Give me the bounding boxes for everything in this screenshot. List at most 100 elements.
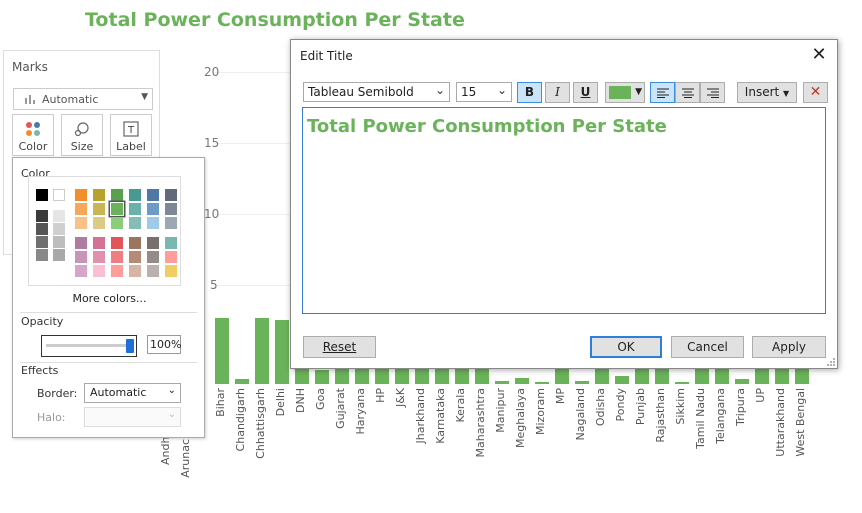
color-swatch[interactable] <box>165 237 177 249</box>
color-swatch[interactable] <box>147 217 159 229</box>
font-family-dropdown[interactable]: Tableau Semibold ⌄ <box>303 82 450 102</box>
size-button[interactable]: Size <box>61 114 103 156</box>
label-button[interactable]: T Label <box>110 114 152 156</box>
color-swatch[interactable] <box>75 251 87 263</box>
color-swatch[interactable] <box>129 217 141 229</box>
color-swatch[interactable] <box>129 189 141 201</box>
cancel-button[interactable]: Cancel <box>671 336 744 358</box>
color-swatch[interactable] <box>147 251 159 263</box>
sheet-title[interactable]: Total Power Consumption Per State <box>85 9 465 31</box>
color-swatch[interactable] <box>93 217 105 229</box>
font-size-dropdown[interactable]: 15 ⌄ <box>456 82 512 102</box>
x-tick-label: Rajasthan <box>654 388 667 443</box>
x-tick-label: Chhattisgarh <box>254 388 267 459</box>
color-swatch[interactable] <box>53 223 65 235</box>
color-swatch[interactable] <box>36 249 48 261</box>
color-swatch[interactable] <box>75 203 87 215</box>
insert-button[interactable]: Insert ▼ <box>737 82 797 103</box>
color-swatch[interactable] <box>53 249 65 261</box>
bar-sikkim[interactable] <box>675 382 689 384</box>
bar-goa[interactable] <box>315 369 329 384</box>
color-swatch[interactable] <box>36 236 48 248</box>
color-swatch[interactable] <box>36 189 48 201</box>
effects-section-heading: Effects <box>21 364 59 377</box>
color-swatch[interactable] <box>165 251 177 263</box>
color-swatch[interactable] <box>147 203 159 215</box>
apply-button[interactable]: Apply <box>752 336 826 358</box>
color-swatch[interactable] <box>93 189 105 201</box>
color-swatch[interactable] <box>147 265 159 277</box>
color-swatch[interactable] <box>53 210 65 222</box>
slider-thumb[interactable] <box>126 339 134 353</box>
bar-bihar[interactable] <box>215 318 229 384</box>
bar-chhattisgarh[interactable] <box>255 318 269 384</box>
title-text[interactable]: Total Power Consumption Per State <box>307 116 667 137</box>
color-swatch[interactable] <box>129 265 141 277</box>
color-swatch[interactable] <box>53 236 65 248</box>
align-left-button[interactable] <box>650 82 675 103</box>
border-dropdown[interactable]: Automatic ⌄ <box>84 383 181 403</box>
color-swatch[interactable] <box>36 210 48 222</box>
opacity-slider[interactable] <box>41 335 137 357</box>
opacity-input[interactable]: 100% <box>147 335 181 354</box>
color-swatch[interactable] <box>129 203 141 215</box>
color-swatch[interactable] <box>36 223 48 235</box>
color-swatch[interactable] <box>93 203 105 215</box>
x-tick-label: Tamil Nadu <box>694 388 707 449</box>
more-colors-button[interactable]: More colors... <box>13 292 206 305</box>
color-swatch[interactable] <box>75 265 87 277</box>
bar-delhi[interactable] <box>275 320 289 384</box>
color-swatch[interactable] <box>165 189 177 201</box>
close-icon[interactable]: ✕ <box>807 43 831 67</box>
color-swatch[interactable] <box>93 265 105 277</box>
color-swatch[interactable] <box>111 251 123 263</box>
bar-tripura[interactable] <box>735 379 749 384</box>
color-swatch[interactable] <box>93 237 105 249</box>
color-swatch[interactable] <box>147 237 159 249</box>
x-tick-label: Pondy <box>614 388 627 422</box>
color-button[interactable]: Color <box>12 114 54 156</box>
color-swatch[interactable] <box>111 217 123 229</box>
x-tick-label: Delhi <box>274 388 287 417</box>
color-swatch[interactable] <box>129 237 141 249</box>
color-swatch[interactable] <box>75 189 87 201</box>
mark-type-dropdown[interactable]: Automatic ▼ <box>13 88 153 110</box>
clear-x-icon: ✕ <box>809 84 822 100</box>
align-center-button[interactable] <box>675 82 700 103</box>
italic-button[interactable]: I <box>545 82 570 103</box>
color-swatch[interactable] <box>111 265 123 277</box>
color-swatch[interactable] <box>111 237 123 249</box>
color-swatch[interactable] <box>165 265 177 277</box>
reset-button[interactable]: Reset <box>303 336 376 358</box>
color-swatch[interactable] <box>129 251 141 263</box>
bar-chandigarh[interactable] <box>235 379 249 384</box>
color-swatch[interactable] <box>53 189 65 201</box>
bar-nagaland[interactable] <box>575 380 589 384</box>
caret-down-icon: ▼ <box>783 89 790 98</box>
color-swatch[interactable] <box>75 217 87 229</box>
color-swatch[interactable] <box>93 251 105 263</box>
title-text-editor[interactable]: Total Power Consumption Per State <box>302 107 826 314</box>
x-tick-label: Sikkim <box>674 388 687 425</box>
color-swatch[interactable] <box>147 189 159 201</box>
bold-button[interactable]: B <box>517 82 542 103</box>
color-swatch[interactable] <box>165 203 177 215</box>
resize-grip-icon[interactable] <box>826 357 836 367</box>
x-tick-label: Tripura <box>734 388 747 426</box>
align-right-button[interactable] <box>700 82 725 103</box>
bar-meghalaya[interactable] <box>515 377 529 384</box>
x-tick-label: Gujarat <box>334 388 347 429</box>
bar-manipur[interactable] <box>495 380 509 384</box>
dialog-title: Edit Title <box>300 49 353 63</box>
x-tick-label: Bihar <box>214 388 227 417</box>
ok-button[interactable]: OK <box>590 336 662 358</box>
bar-pondy[interactable] <box>615 376 629 384</box>
color-swatch[interactable] <box>111 189 123 201</box>
color-swatch[interactable] <box>75 237 87 249</box>
underline-button[interactable]: U <box>573 82 598 103</box>
color-swatch[interactable] <box>110 202 124 216</box>
clear-format-button[interactable]: ✕ <box>803 82 828 103</box>
bar-mizoram[interactable] <box>535 382 549 384</box>
font-color-button[interactable]: ▼ <box>605 82 645 103</box>
color-swatch[interactable] <box>165 217 177 229</box>
